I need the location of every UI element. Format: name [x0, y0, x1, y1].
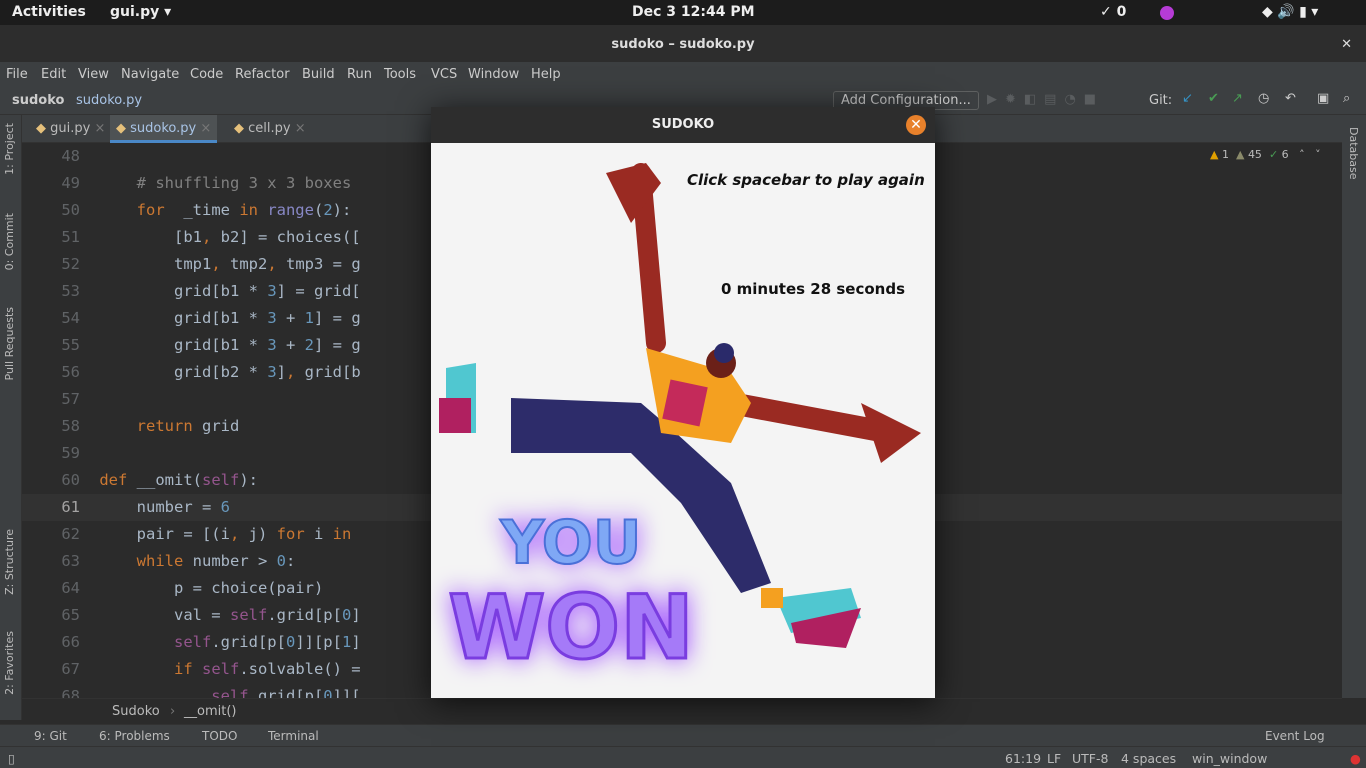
status-bar: ▯ 61:19 LF UTF-8 4 spaces win_window ●	[0, 746, 1366, 768]
menu-window[interactable]: Window	[468, 67, 519, 82]
code-text: grid[b2 * 3], grid[b	[62, 363, 361, 381]
left-tool-stripe: 1: Project 0: Commit Pull Requests Z: St…	[0, 115, 22, 720]
tool-commit[interactable]: 0: Commit	[3, 213, 16, 270]
app-menu[interactable]: gui.py ▾	[110, 4, 171, 20]
updates-indicator[interactable]: ✓ 0	[1100, 4, 1126, 20]
search-icon[interactable]: ⌕	[1343, 91, 1350, 106]
error-indicator-icon[interactable]: ●	[1350, 751, 1361, 766]
tab-cell-py[interactable]: ◆ cell.py ×	[228, 115, 312, 143]
you-won-banner: YOU WON	[447, 507, 696, 681]
tab-label: sudoko.py	[130, 121, 197, 136]
line-number: 59	[61, 444, 80, 462]
code-text: for _time in range(2):	[62, 201, 352, 219]
menu-vcs[interactable]: VCS	[431, 67, 457, 82]
tab-sudoko-py[interactable]: ◆ sudoko.py ×	[110, 115, 218, 143]
run-debug-icons[interactable]: ▶✹◧▤◔■	[987, 92, 1104, 107]
toggle-tool-windows-icon[interactable]: ▯	[8, 751, 15, 766]
menu-navigate[interactable]: Navigate	[121, 67, 179, 82]
window-title: sudoko – sudoko.py	[611, 37, 755, 52]
code-text: number = 6	[62, 498, 230, 516]
dialog-title-bar: SUDOKO ✕	[431, 107, 935, 143]
tool-git[interactable]: 9: Git	[34, 729, 67, 743]
breadcrumb-project[interactable]: sudoko	[12, 93, 64, 108]
firefox-icon[interactable]	[1160, 6, 1174, 20]
file-encoding[interactable]: UTF-8	[1072, 751, 1108, 766]
activities-button[interactable]: Activities	[12, 4, 86, 20]
tool-window-bar: 9: Git 6: Problems TODO Terminal Event L…	[0, 724, 1366, 746]
code-text: tmp1, tmp2, tmp3 = g	[62, 255, 361, 273]
rollback-icon[interactable]: ↶	[1285, 91, 1296, 106]
menu-file[interactable]: File	[6, 67, 28, 82]
code-text: if self.solvable() =	[62, 660, 361, 678]
event-log-button[interactable]: Event Log	[1265, 729, 1325, 743]
code-text: grid[b1 * 3 + 2] = g	[62, 336, 361, 354]
git-label: Git:	[1149, 93, 1173, 108]
menu-help[interactable]: Help	[531, 67, 561, 82]
system-top-bar: Activities gui.py ▾ Dec 3 12:44 PM ✓ 0 ◆…	[0, 0, 1366, 25]
code-text: # shuffling 3 x 3 boxes	[62, 174, 352, 192]
right-tool-stripe: Database	[1342, 115, 1366, 698]
code-text: p = choice(pair)	[62, 579, 324, 597]
tab-label: gui.py	[50, 121, 91, 136]
tool-project[interactable]: 1: Project	[3, 123, 16, 175]
code-text: pair = [(i, j) for i in	[62, 525, 352, 543]
code-text: grid[b1 * 3 + 1] = g	[62, 309, 361, 327]
git-update-icon[interactable]: ↙	[1182, 91, 1193, 106]
menu-bar: File Edit View Navigate Code Refactor Bu…	[0, 62, 1366, 88]
code-text: self.grid[p[0]][p[1]	[62, 633, 361, 651]
line-separator[interactable]: LF	[1047, 751, 1061, 766]
dialog-close-button[interactable]: ✕	[906, 115, 926, 135]
menu-build[interactable]: Build	[302, 67, 335, 82]
menu-code[interactable]: Code	[190, 67, 223, 82]
tool-problems[interactable]: 6: Problems	[99, 729, 170, 743]
elapsed-time: 0 minutes 28 seconds	[721, 280, 906, 298]
tool-structure[interactable]: Z: Structure	[3, 529, 16, 595]
git-branch[interactable]: win_window	[1192, 751, 1267, 766]
menu-run[interactable]: Run	[347, 67, 372, 82]
tab-label: cell.py	[248, 121, 291, 136]
tool-database[interactable]: Database	[1347, 127, 1360, 180]
clock[interactable]: Dec 3 12:44 PM	[632, 4, 755, 20]
git-commit-icon[interactable]: ✔	[1208, 91, 1219, 106]
code-text: [b1, b2] = choices([	[62, 228, 361, 246]
code-text: grid[b1 * 3] = grid[	[62, 282, 361, 300]
caret-position[interactable]: 61:19	[1005, 751, 1041, 766]
code-breadcrumb: Sudoko › __omit()	[22, 698, 1342, 724]
code-text: def __omit(self):	[62, 471, 258, 489]
terminal-icon[interactable]: ▣	[1317, 91, 1329, 106]
tool-pull-requests[interactable]: Pull Requests	[3, 307, 16, 380]
crumb-class[interactable]: Sudoko	[112, 704, 160, 719]
menu-view[interactable]: View	[78, 67, 109, 82]
breadcrumb-file[interactable]: sudoko.py	[76, 93, 142, 108]
line-number: 48	[61, 147, 80, 165]
code-text: val = self.grid[p[0]	[62, 606, 361, 624]
indent-setting[interactable]: 4 spaces	[1121, 751, 1176, 766]
menu-refactor[interactable]: Refactor	[235, 67, 290, 82]
menu-tools[interactable]: Tools	[384, 67, 416, 82]
git-push-icon[interactable]: ↗	[1232, 91, 1243, 106]
dialog-title: SUDOKO	[651, 117, 715, 132]
tool-terminal[interactable]: Terminal	[268, 729, 319, 743]
banner-you: YOU	[499, 508, 641, 578]
code-text: return grid	[62, 417, 240, 435]
system-status-icons[interactable]: ◆ 🔊 ▮ ▾	[1262, 4, 1318, 20]
window-close-button[interactable]: ✕	[1341, 25, 1352, 65]
sudoko-win-dialog: SUDOKO ✕ YOU WON Click spacebar to play …	[431, 107, 935, 698]
dialog-content[interactable]: YOU WON Click spacebar to play again 0 m…	[431, 143, 935, 698]
celebration-illustration: YOU WON	[439, 163, 921, 681]
window-title-bar: sudoko – sudoko.py ✕	[0, 25, 1366, 62]
tab-gui-py[interactable]: ◆ gui.py ×	[30, 115, 111, 143]
line-number: 57	[61, 390, 80, 408]
play-again-prompt: Click spacebar to play again	[687, 171, 925, 189]
banner-won: WON	[448, 576, 694, 679]
tool-favorites[interactable]: 2: Favorites	[3, 631, 16, 695]
tool-todo[interactable]: TODO	[202, 729, 237, 743]
crumb-method[interactable]: __omit()	[184, 704, 236, 719]
code-text: while number > 0:	[62, 552, 296, 570]
menu-edit[interactable]: Edit	[41, 67, 66, 82]
history-icon[interactable]: ◷	[1258, 91, 1269, 106]
